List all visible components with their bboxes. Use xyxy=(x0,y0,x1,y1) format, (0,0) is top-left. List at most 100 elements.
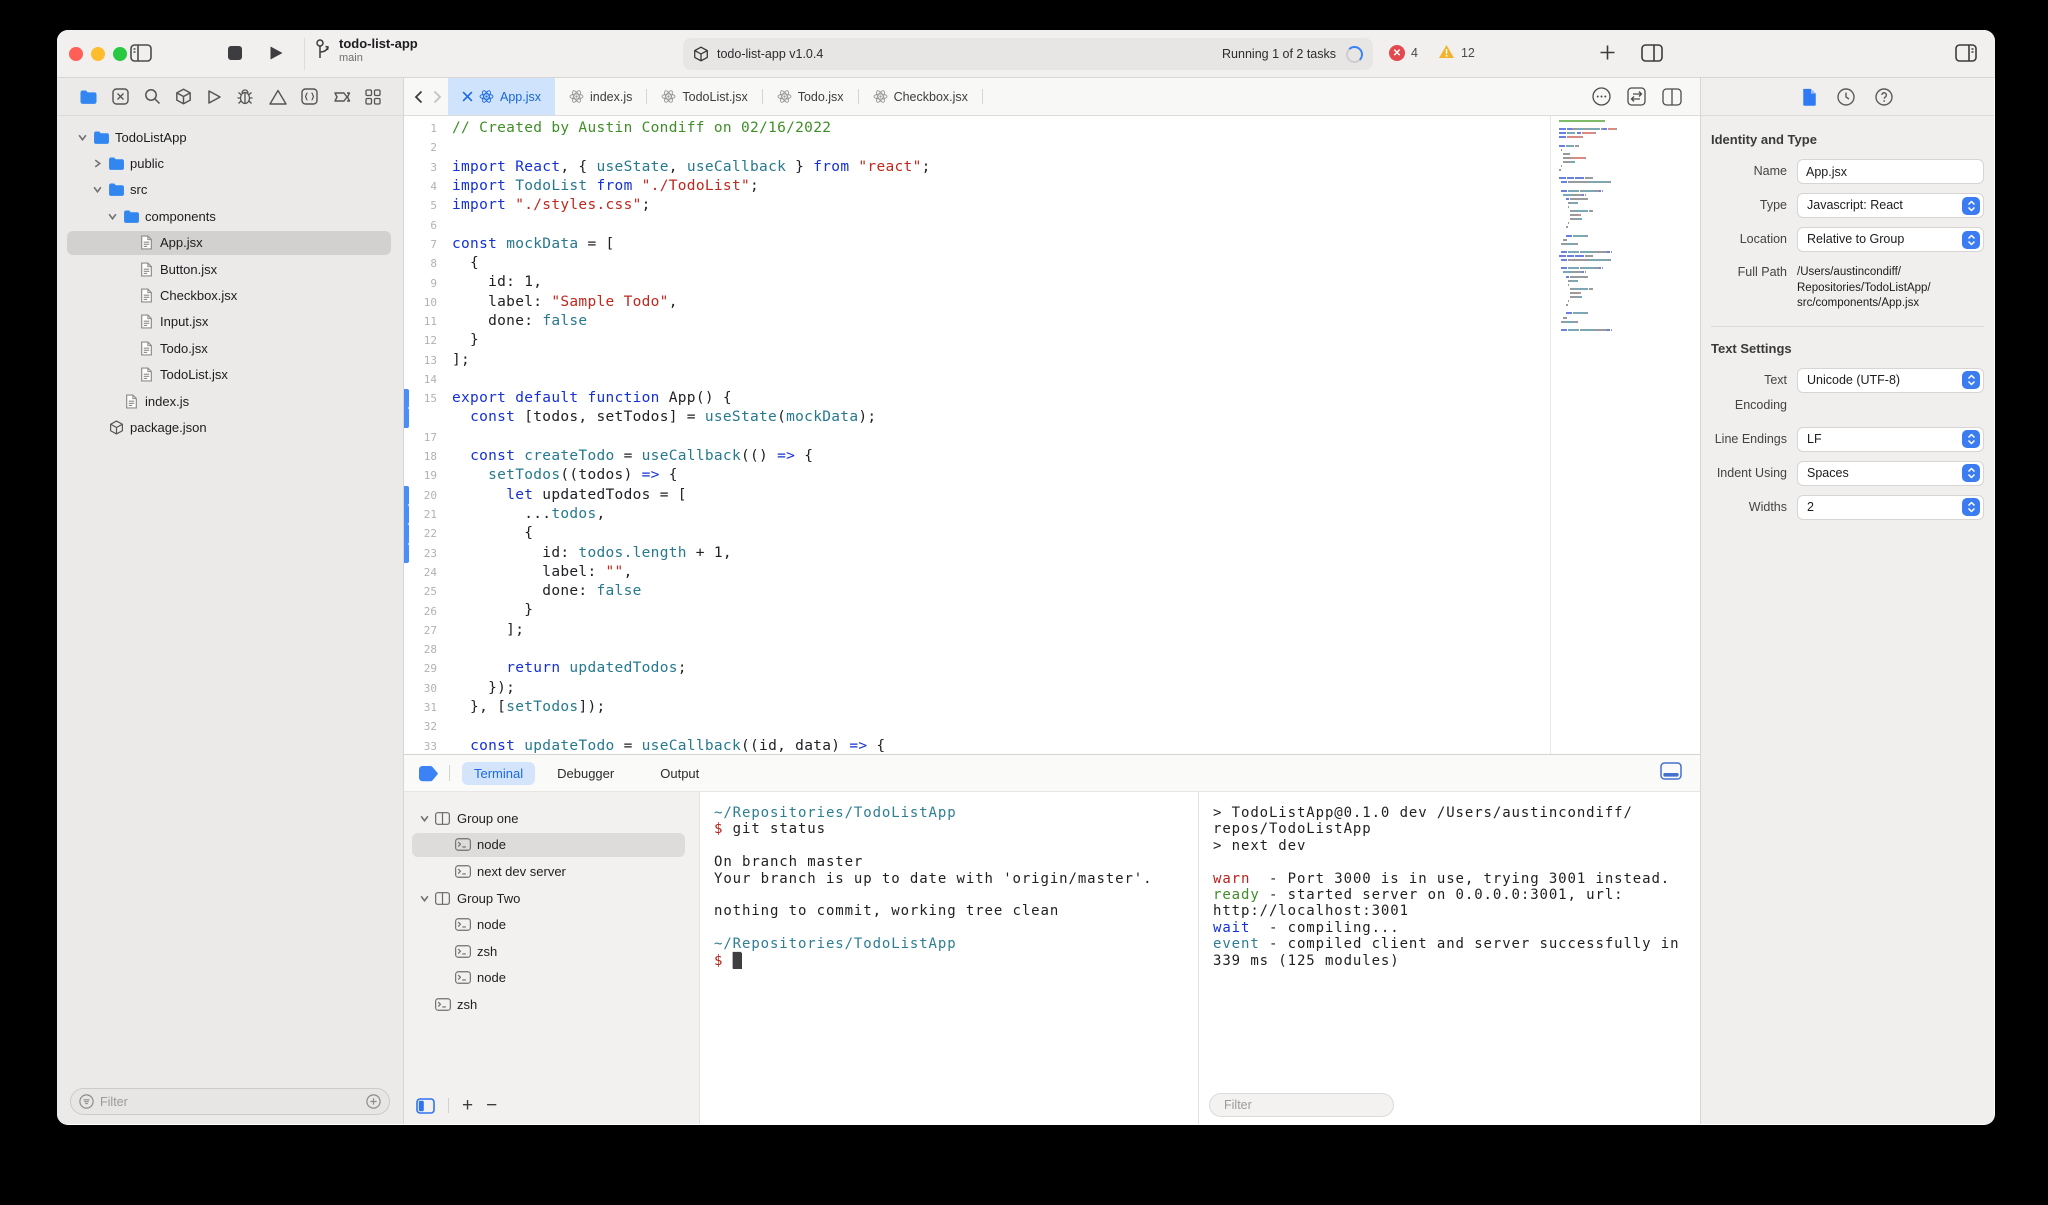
help-inspector-icon[interactable] xyxy=(1875,87,1893,106)
tree-item-Todo.jsx[interactable]: Todo.jsx xyxy=(57,335,403,361)
terminal-filter-input[interactable] xyxy=(1224,1098,1385,1112)
tree-item-TodoList.jsx[interactable]: TodoList.jsx xyxy=(57,362,403,388)
editor-layout-icon[interactable] xyxy=(1641,43,1663,68)
hide-panel-icon[interactable] xyxy=(1660,761,1686,785)
tab-index.js[interactable]: index.js xyxy=(555,78,646,115)
run-navigator-icon[interactable] xyxy=(207,89,222,105)
tab-Checkbox.jsx[interactable]: Checkbox.jsx xyxy=(859,78,982,115)
swap-editor-icon[interactable] xyxy=(1627,87,1646,106)
setting-value: LF xyxy=(1807,431,1822,446)
back-icon[interactable] xyxy=(414,90,423,104)
breakpoints-icon[interactable] xyxy=(301,88,318,105)
project-header[interactable]: todo-list-app main xyxy=(315,36,418,64)
terminal-session-node[interactable]: node xyxy=(404,965,699,992)
close-window-button[interactable] xyxy=(69,47,83,61)
terminal-filter-field[interactable] xyxy=(1209,1093,1394,1117)
bottom-tab-Debugger[interactable]: Debugger xyxy=(545,762,626,785)
tree-item-index.js[interactable]: index.js xyxy=(57,388,403,414)
run-button[interactable] xyxy=(269,45,284,66)
tree-item-public[interactable]: public xyxy=(57,150,403,176)
setting-dropdown-Indent-Using[interactable]: Spaces xyxy=(1797,460,1984,486)
navigator-filter-field[interactable] xyxy=(70,1088,390,1115)
line-number: 7 xyxy=(430,237,437,251)
code-line: 9 id: 1, xyxy=(404,273,1550,292)
bottom-tab-Output[interactable]: Output xyxy=(648,762,711,785)
issues-icon[interactable] xyxy=(268,89,287,105)
chevron-right-icon[interactable] xyxy=(93,159,102,168)
close-tab-icon[interactable] xyxy=(462,91,473,102)
setting-dropdown-Text-Encoding[interactable]: Unicode (UTF-8) xyxy=(1797,367,1984,393)
chevron-down-icon[interactable] xyxy=(78,133,87,142)
scheme-status-pill[interactable]: todo-list-app v1.0.4 Running 1 of 2 task… xyxy=(683,38,1373,70)
setting-dropdown-Widths[interactable]: 2 xyxy=(1797,494,1984,520)
bug-icon[interactable] xyxy=(236,88,254,105)
line-number: 6 xyxy=(430,218,437,232)
add-terminal-icon[interactable]: + xyxy=(462,1096,473,1115)
chevron-down-icon[interactable] xyxy=(108,212,117,221)
tree-item-TodoListApp[interactable]: TodoListApp xyxy=(57,124,403,150)
stop-button[interactable] xyxy=(227,45,243,66)
packages-icon[interactable] xyxy=(175,88,192,105)
type-dropdown[interactable]: Javascript: React xyxy=(1797,193,1984,218)
tab-label: Todo.jsx xyxy=(797,89,844,104)
toggle-session-sidebar-icon[interactable] xyxy=(416,1097,435,1114)
tree-item-Input.jsx[interactable]: Input.jsx xyxy=(57,309,403,335)
history-inspector-icon[interactable] xyxy=(1837,87,1855,106)
tag-icon[interactable] xyxy=(418,765,439,782)
terminal-session-node[interactable]: node xyxy=(404,911,699,938)
tree-item-App.jsx[interactable]: App.jsx xyxy=(57,230,403,256)
issue-badges[interactable]: ✕ 4 12 xyxy=(1389,44,1475,62)
toggle-left-sidebar-icon[interactable] xyxy=(130,43,152,68)
tab-TodoList.jsx[interactable]: TodoList.jsx xyxy=(647,78,761,115)
terminal-session-Group-Two[interactable]: Group Two xyxy=(404,885,699,912)
extensions-icon[interactable] xyxy=(333,89,351,105)
source-control-icon[interactable] xyxy=(112,88,130,105)
project-navigator-icon[interactable] xyxy=(79,89,98,105)
navigator-filter-input[interactable] xyxy=(100,1094,360,1109)
terminal-session-node[interactable]: node xyxy=(404,832,699,859)
search-icon[interactable] xyxy=(144,88,161,105)
zoom-window-button[interactable] xyxy=(113,47,127,61)
tree-item-package.json[interactable]: package.json xyxy=(57,414,403,440)
tab-label: index.js xyxy=(590,89,633,104)
tree-item-components[interactable]: components xyxy=(57,203,403,229)
setting-dropdown-Line-Endings[interactable]: LF xyxy=(1797,426,1984,452)
dropdown-stepper-icon xyxy=(1962,464,1980,482)
minimap[interactable] xyxy=(1550,116,1700,754)
forward-icon[interactable] xyxy=(433,90,442,104)
chevron-down-icon[interactable] xyxy=(419,814,429,823)
terminal-icon xyxy=(454,971,471,985)
tree-item-Button.jsx[interactable]: Button.jsx xyxy=(57,256,403,282)
terminal-output-1[interactable]: ~/Repositories/TodoListApp $ git status On… xyxy=(700,792,1199,1124)
chevron-down-icon[interactable] xyxy=(419,894,429,903)
package-icon xyxy=(109,420,123,435)
line-number: 8 xyxy=(430,257,437,271)
terminal-session-zsh[interactable]: zsh xyxy=(404,938,699,965)
bottom-tab-Terminal[interactable]: Terminal xyxy=(462,761,536,785)
file-icon xyxy=(140,262,152,277)
tab-App.jsx[interactable]: App.jsx xyxy=(448,78,555,115)
bottom-panel: Terminal Debugger Output Group one node next… xyxy=(404,754,1700,1124)
terminal-session-zsh[interactable]: zsh xyxy=(404,991,699,1018)
more-options-icon[interactable] xyxy=(1592,87,1611,106)
tab-Todo.jsx[interactable]: Todo.jsx xyxy=(763,78,858,115)
terminal-output-2[interactable]: > TodoListApp@0.1.0 dev /Users/austincon… xyxy=(1199,792,1700,1124)
toggle-right-sidebar-icon[interactable] xyxy=(1955,43,1977,68)
file-inspector-icon[interactable] xyxy=(1802,88,1817,106)
reports-icon[interactable] xyxy=(365,88,381,105)
chevron-down-icon[interactable] xyxy=(93,185,102,194)
terminal-session-next-dev-server[interactable]: next dev server xyxy=(404,858,699,885)
minimize-window-button[interactable] xyxy=(91,47,105,61)
tree-item-Checkbox.jsx[interactable]: Checkbox.jsx xyxy=(57,282,403,308)
add-icon[interactable] xyxy=(1599,44,1616,66)
fullpath-value: /Users/austincondiff/ Repositories/TodoL… xyxy=(1797,266,1931,309)
navigator-filter-bar xyxy=(57,1079,403,1124)
location-dropdown[interactable]: Relative to Group xyxy=(1797,227,1984,252)
code-editor[interactable]: 1// Created by Austin Condiff on 02/16/2… xyxy=(404,116,1700,754)
tree-item-src[interactable]: src xyxy=(57,177,403,203)
terminal-session-Group-one[interactable]: Group one xyxy=(404,805,699,832)
name-field[interactable] xyxy=(1797,159,1984,184)
remove-terminal-icon[interactable]: − xyxy=(486,1096,497,1115)
add-filter-icon[interactable] xyxy=(366,1094,381,1109)
split-editor-icon[interactable] xyxy=(1662,87,1682,106)
